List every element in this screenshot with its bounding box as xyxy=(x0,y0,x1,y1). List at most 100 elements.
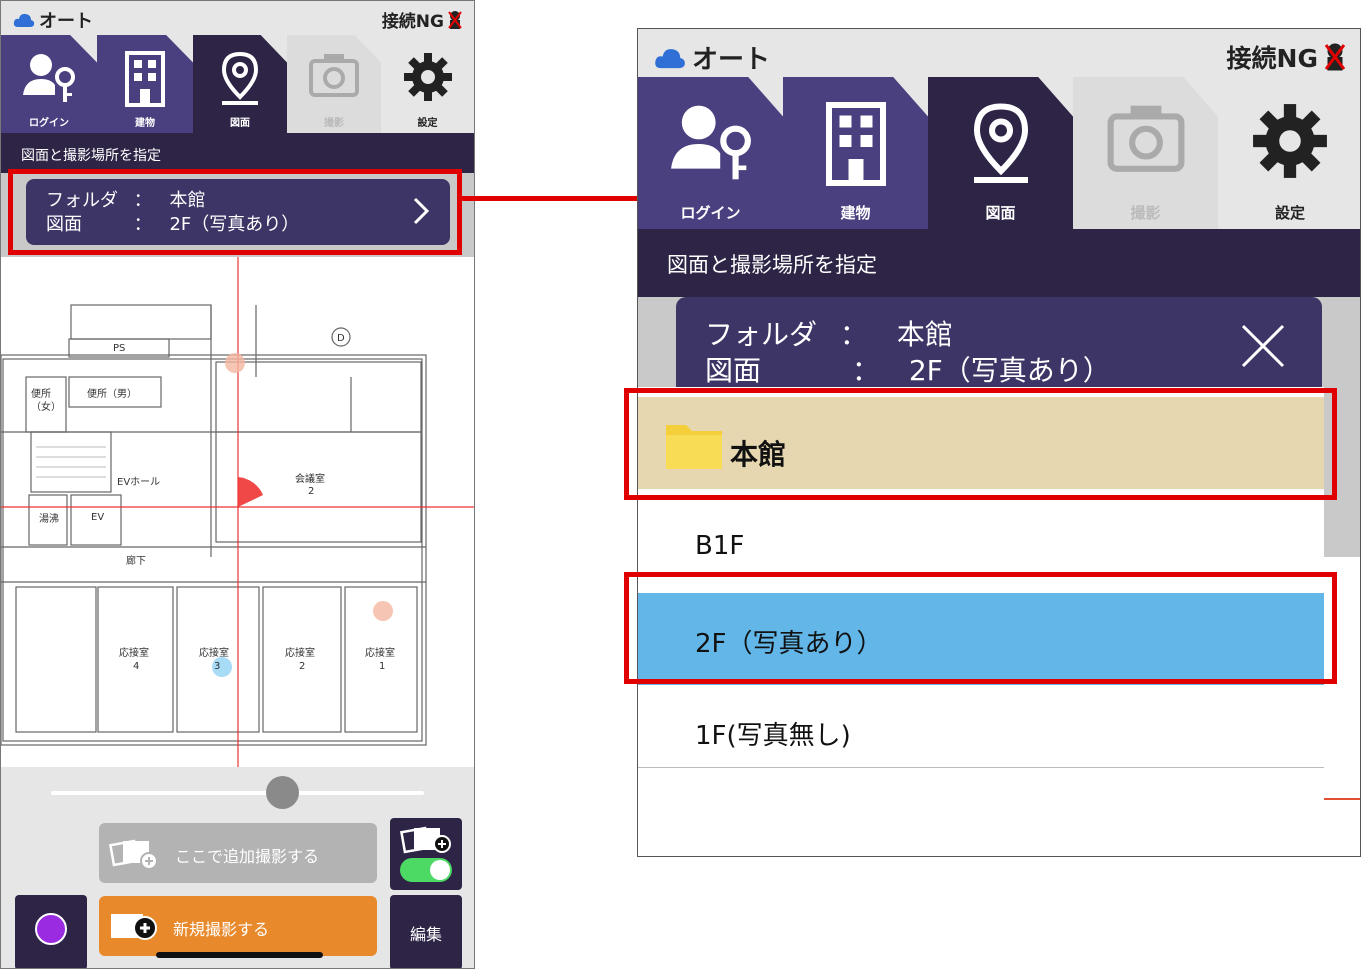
room-label: EVホール xyxy=(117,476,160,488)
tab-settings[interactable]: 設定 xyxy=(381,35,474,133)
room-label: 湯沸 xyxy=(39,512,59,525)
status-bar: オート 接続NG xyxy=(638,29,1360,77)
folder-item-honkan[interactable]: 本館 xyxy=(638,397,1324,489)
marker-color-box[interactable] xyxy=(15,895,87,968)
close-icon[interactable] xyxy=(1240,323,1286,369)
connection-status: 接続NG xyxy=(1227,39,1346,75)
connection-status: 接続NG xyxy=(382,7,462,32)
new-shot-button[interactable]: 新規撮影する xyxy=(99,896,377,956)
tab-label: 図面 xyxy=(230,118,250,129)
toggle-switch[interactable] xyxy=(400,858,452,882)
tab-label: 建物 xyxy=(840,204,871,222)
map-guide-line xyxy=(1324,798,1360,800)
color-picker-dot[interactable] xyxy=(35,913,67,945)
folder-icon xyxy=(666,425,722,469)
room-label: 2 xyxy=(308,486,314,497)
list-item-label: 2F（写真あり） xyxy=(695,629,883,659)
drawing-row: 図面 ： 2F（写真あり） xyxy=(705,354,1111,387)
bottom-controls: ここで追加撮影する 新規撮影する 編集 xyxy=(1,767,474,968)
new-photo-icon xyxy=(111,914,157,940)
tab-login[interactable]: ログイン xyxy=(638,77,783,229)
room-label: PS xyxy=(113,343,125,354)
disconnected-icon xyxy=(1324,43,1346,71)
mode-indicator: オート xyxy=(13,7,93,33)
floor-plan-drawing: PS 便所 （女） 便所（男） EVホール 会議室 2 湯沸 EV 廊下 応接室… xyxy=(1,257,474,767)
list-item-2f[interactable]: 2F（写真あり） xyxy=(638,593,1324,685)
add-shot-here-button[interactable]: ここで追加撮影する xyxy=(99,823,377,883)
camera-icon xyxy=(309,54,359,97)
list-item-label: B1F xyxy=(695,531,745,561)
tab-label: 設定 xyxy=(417,118,438,129)
tab-camera[interactable]: 撮影 xyxy=(287,35,381,133)
home-indicator xyxy=(156,952,323,958)
zoom-slider-knob[interactable] xyxy=(266,776,299,809)
divider xyxy=(638,767,1324,768)
room-label: 応接室 xyxy=(119,646,149,659)
mode-indicator: オート xyxy=(654,39,770,76)
phone-screen: オート 接続NG ログイン 建物 図面 撮影 設定 図面と撮影場所を指定 フォル… xyxy=(0,0,475,969)
room-label: 応接室 xyxy=(285,646,315,659)
room-label: 応接室 xyxy=(199,646,229,659)
connection-text: 接続NG xyxy=(1226,44,1318,73)
gear-icon xyxy=(403,53,452,101)
room-label: 1 xyxy=(379,661,385,672)
tab-label: 設定 xyxy=(1274,204,1305,222)
cloud-icon xyxy=(655,48,685,68)
room-label: 廊下 xyxy=(126,554,146,567)
folder-row: フォルダ ： 本館 xyxy=(46,190,206,211)
room-label: （女） xyxy=(31,400,61,413)
list-item-b1f[interactable]: B1F xyxy=(638,501,1324,593)
mode-text: オート xyxy=(39,11,93,32)
mode-text: オート xyxy=(692,45,771,75)
tab-label: ログイン xyxy=(680,204,741,222)
tab-label: 建物 xyxy=(135,118,155,129)
zoomed-detail-panel: オート 接続NG ログイン 建物 図面 撮影 設定 図面と撮影場所を指定 フォル… xyxy=(637,28,1361,857)
room-label: 4 xyxy=(133,661,139,672)
room-label: D xyxy=(337,333,345,344)
list-item-1f[interactable]: 1F(写真無し) xyxy=(638,685,1324,777)
room-label: 便所 xyxy=(31,387,51,400)
room-label: 2 xyxy=(299,661,305,672)
map-pin-icon xyxy=(973,103,1028,183)
tab-label: 図面 xyxy=(985,204,1016,222)
list-item-label: 1F(写真無し) xyxy=(695,721,851,751)
folder-item-label: 本館 xyxy=(730,438,787,471)
room-label: 応接室 xyxy=(365,646,395,659)
tab-camera[interactable]: 撮影 xyxy=(1073,77,1218,229)
building-icon xyxy=(125,51,165,107)
add-photo-icon xyxy=(400,826,451,854)
tab-bar: ログイン 建物 図面 撮影 設定 xyxy=(1,35,474,133)
folder-drawing-selector[interactable]: フォルダ ： 本館 図面 ： 2F（写真あり） xyxy=(26,179,450,245)
tab-drawing[interactable]: 図面 xyxy=(928,77,1073,229)
tab-label: 撮影 xyxy=(324,118,344,129)
drawing-list: 本館 B1F 2F（写真あり） 1F(写真無し) xyxy=(638,387,1324,856)
gear-icon xyxy=(1253,104,1327,178)
add-shot-label: ここで追加撮影する xyxy=(175,847,320,866)
instruction-text: 図面と撮影場所を指定 xyxy=(638,229,1360,297)
chevron-right-icon xyxy=(413,197,430,225)
tab-label: ログイン xyxy=(29,118,69,129)
room-label: EV xyxy=(91,512,104,523)
room-label: 便所（男） xyxy=(87,387,137,400)
zoom-slider-track[interactable] xyxy=(51,791,424,795)
floor-plan-canvas[interactable]: PS 便所 （女） 便所（男） EVホール 会議室 2 湯沸 EV 廊下 応接室… xyxy=(1,257,474,767)
status-bar: オート 接続NG xyxy=(1,1,474,35)
drawing-row: 図面 ： 2F（写真あり） xyxy=(46,214,300,235)
user-key-icon xyxy=(23,54,75,102)
room-label: 会議室 xyxy=(295,472,325,485)
edit-button[interactable]: 編集 xyxy=(390,895,462,968)
folder-row: フォルダ ： 本館 xyxy=(705,318,953,351)
multi-shot-toggle-box[interactable] xyxy=(390,818,462,890)
tab-settings[interactable]: 設定 xyxy=(1218,77,1360,229)
add-photo-icon xyxy=(109,839,158,870)
user-key-icon xyxy=(670,105,751,180)
tab-building[interactable]: 建物 xyxy=(97,35,193,133)
tab-bar: ログイン 建物 図面 撮影 設定 xyxy=(638,77,1360,229)
camera-icon xyxy=(1107,105,1184,172)
tab-building[interactable]: 建物 xyxy=(783,77,928,229)
disconnected-icon xyxy=(448,10,462,29)
building-icon xyxy=(825,102,886,186)
tab-login[interactable]: ログイン xyxy=(1,35,97,133)
map-pin-icon xyxy=(221,51,259,105)
tab-drawing[interactable]: 図面 xyxy=(193,35,287,133)
